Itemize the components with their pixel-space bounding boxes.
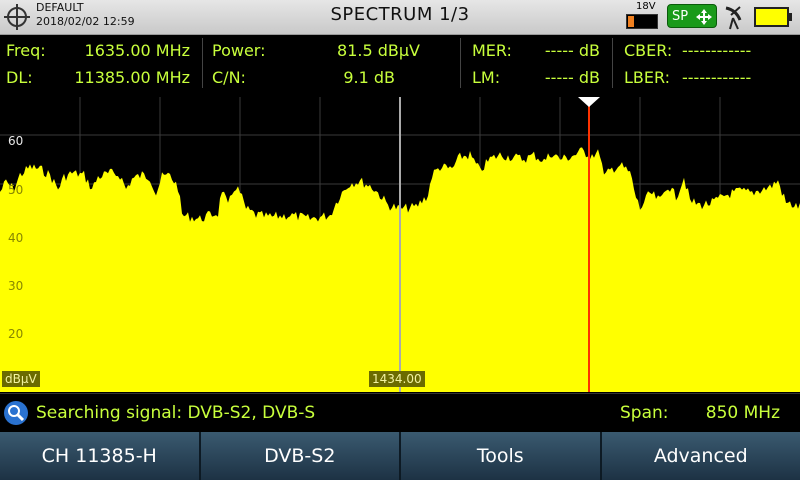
separator bbox=[460, 38, 461, 88]
signal-type-softkey[interactable]: DVB-S2 bbox=[200, 432, 401, 480]
status-message: Searching signal: DVB-S2, DVB-S bbox=[36, 403, 316, 423]
cn-label: C/N: bbox=[212, 68, 246, 87]
measurement-panel: Freq: 1635.00 MHz DL: 11385.00 MHz Power… bbox=[0, 35, 800, 91]
search-icon bbox=[4, 401, 28, 425]
lnb-level-bar bbox=[626, 14, 658, 29]
y-tick-label: 60 bbox=[8, 134, 23, 148]
y-tick-label: 50 bbox=[8, 183, 23, 197]
top-bar: DEFAULT 2018/02/02 12:59 SPECTRUM 1/3 18… bbox=[0, 0, 800, 35]
power-label: Power: bbox=[212, 41, 266, 60]
span-label: Span: bbox=[620, 403, 669, 423]
softkey-bar: CH 11385-H DVB-S2 Tools Advanced bbox=[0, 432, 800, 480]
freq-value: 1635.00 MHz bbox=[84, 41, 190, 60]
lber-value: ------------ bbox=[682, 68, 752, 87]
y-tick-label: 20 bbox=[8, 327, 23, 341]
lnb-voltage: 18V bbox=[636, 1, 656, 12]
lber-label: LBER: bbox=[624, 68, 671, 87]
sp-button[interactable]: SP bbox=[667, 4, 717, 28]
separator bbox=[202, 38, 203, 88]
mer-value: ----- dB bbox=[544, 41, 600, 60]
satellite-dish-icon bbox=[725, 6, 742, 30]
dl-label: DL: bbox=[6, 68, 33, 87]
tools-softkey[interactable]: Tools bbox=[401, 432, 602, 480]
power-value: 81.5 dBµV bbox=[337, 41, 420, 60]
span-value: 850 MHz bbox=[705, 403, 780, 423]
center-frequency-label: 1434.00 bbox=[369, 371, 425, 387]
channel-softkey[interactable]: CH 11385-H bbox=[0, 432, 201, 480]
spectrum-plot[interactable]: 60 50 40 30 20 bbox=[0, 97, 800, 392]
lm-value: ----- dB bbox=[544, 68, 600, 87]
cn-value: 9.1 dB bbox=[343, 68, 395, 87]
dl-value: 11385.00 MHz bbox=[74, 68, 190, 87]
separator bbox=[612, 38, 613, 88]
mer-label: MER: bbox=[472, 41, 512, 60]
freq-label: Freq: bbox=[6, 41, 46, 60]
y-tick-label: 40 bbox=[8, 231, 23, 245]
lm-label: LM: bbox=[472, 68, 501, 87]
y-tick-label: 30 bbox=[8, 279, 23, 293]
advanced-softkey[interactable]: Advanced bbox=[601, 432, 800, 480]
status-bar: Searching signal: DVB-S2, DVB-S Span: 85… bbox=[0, 393, 800, 432]
marker-arrow-icon[interactable] bbox=[578, 97, 600, 107]
sp-label: SP bbox=[672, 9, 689, 24]
battery-icon bbox=[754, 7, 792, 27]
cber-label: CBER: bbox=[624, 41, 673, 60]
cber-value: ------------ bbox=[682, 41, 752, 60]
unit-label: dBµV bbox=[2, 371, 40, 387]
move-arrows-icon bbox=[696, 9, 712, 25]
